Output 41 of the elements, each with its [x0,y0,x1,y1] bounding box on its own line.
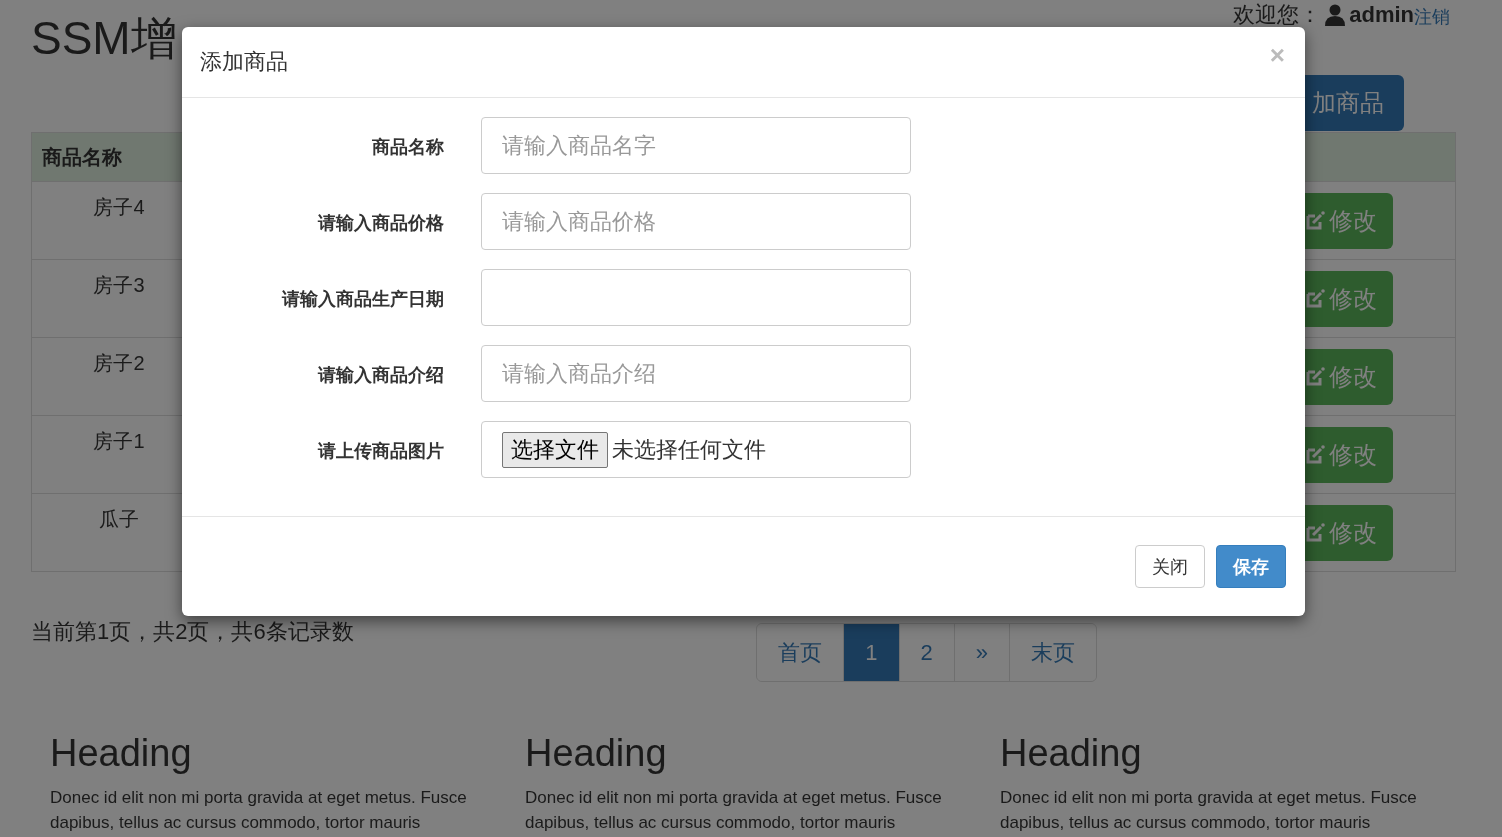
feature-heading: Heading [1000,732,1143,775]
feature-text: Donec id elit non mi porta gravida at eget metus. Fusce dapibus, tellus ac cursus commodo, tortor mauris [525,787,943,834]
field-label: 请输入商品价格 [316,212,444,235]
page-title: SSM增 [31,11,177,66]
table-cell-text: 房子2 [92,351,146,376]
close-button[interactable]: × [1269,39,1285,71]
feature-heading: Heading [525,732,668,775]
file-status-text: 未选择任何文件 [612,435,766,464]
feature-heading: Heading [50,732,193,775]
save-button[interactable]: 保存 [1216,545,1286,588]
edit-icon [1305,210,1325,231]
feature-text: Donec id elit non mi porta gravida at eget metus. Fusce dapibus, tellus ac cursus commodo, tortor mauris [1000,787,1418,834]
file-field[interactable]: 选择文件 未选择任何文件 [481,421,911,478]
edit-icon [1305,366,1325,387]
field-label: 请输入商品介绍 [316,364,444,387]
field-label: 请上传商品图片 [316,440,444,463]
field-label: 商品名称 [371,136,444,159]
edit-icon [1305,522,1325,543]
feature-text: Donec id elit non mi porta gravida at eget metus. Fusce dapibus, tellus ac cursus commodo, tortor mauris [50,787,468,834]
input-field[interactable]: 请输入商品介绍 [481,345,911,402]
page-info-text: 当前第1页，共2页，共6条记录数 [31,618,354,646]
table-cell-text: 房子1 [92,429,146,454]
user-icon [1325,4,1346,26]
input-field[interactable] [481,269,911,326]
input-field[interactable]: 请输入商品价格 [481,193,911,250]
greeting-text: 欢迎您： [1233,1,1322,29]
edit-icon [1305,288,1325,309]
close-dialog-button[interactable]: 关闭 [1135,545,1205,588]
username-text: admin [1349,2,1414,28]
column-header: 商品名称 [41,144,122,170]
edit-icon [1305,444,1325,465]
table-cell-text: 房子4 [92,195,146,220]
page-link[interactable]: 1 [843,624,899,681]
input-field[interactable]: 请输入商品名字 [481,117,911,174]
field-label: 请输入商品生产日期 [280,288,444,311]
page-link[interactable]: 末页 [1009,624,1096,681]
table-cell-text: 瓜子 [98,507,140,532]
modal-title: 添加商品 [200,48,288,76]
table-cell-text: 房子3 [92,273,146,298]
logout-link[interactable]: 注销 [1414,5,1450,29]
choose-file-button[interactable]: 选择文件 [502,431,608,468]
